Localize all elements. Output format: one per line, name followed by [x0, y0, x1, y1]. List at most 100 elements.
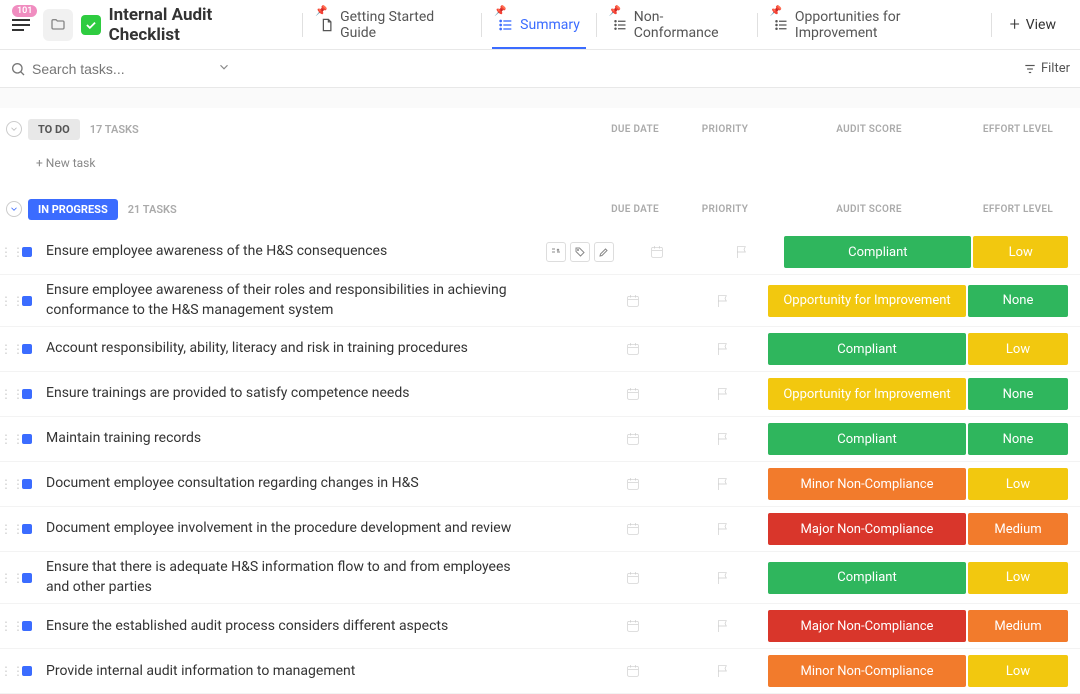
task-row[interactable]: ⋮⋮ Ensure that there is adequate H&S inf…: [0, 552, 1080, 604]
due-date-cell[interactable]: [588, 618, 678, 634]
task-row[interactable]: ⋮⋮ Document employee involvement in the …: [0, 507, 1080, 552]
task-row[interactable]: ⋮⋮ Ensure the established audit process …: [0, 604, 1080, 649]
priority-cell[interactable]: [678, 570, 768, 586]
status-square[interactable]: [22, 524, 32, 534]
list-icon: [774, 17, 789, 33]
status-pill-inprogress[interactable]: IN PROGRESS: [28, 199, 118, 220]
audit-score-cell[interactable]: Major Non-Compliance: [768, 513, 966, 545]
edit-icon[interactable]: [594, 242, 614, 262]
drag-handle[interactable]: ⋮⋮: [0, 522, 14, 536]
effort-level-cell[interactable]: Low: [973, 236, 1068, 268]
priority-cell[interactable]: [678, 521, 768, 537]
drag-handle[interactable]: ⋮⋮: [0, 571, 14, 585]
priority-cell[interactable]: [678, 663, 768, 679]
new-task-button[interactable]: + New task: [0, 150, 1080, 188]
priority-cell[interactable]: [678, 476, 768, 492]
menu-button[interactable]: 101: [8, 11, 35, 39]
effort-level-cell[interactable]: Medium: [968, 610, 1068, 642]
audit-score-cell[interactable]: Minor Non-Compliance: [768, 655, 966, 687]
task-name: Account responsibility, ability, literac…: [46, 339, 546, 359]
task-row[interactable]: ⋮⋮ Provide internal audit information to…: [0, 649, 1080, 694]
tag-icon[interactable]: [570, 242, 590, 262]
effort-level-cell[interactable]: Low: [968, 468, 1068, 500]
drag-handle[interactable]: ⋮⋮: [0, 387, 14, 401]
effort-level-cell[interactable]: Low: [968, 655, 1068, 687]
priority-cell[interactable]: [678, 293, 768, 309]
due-date-cell[interactable]: [588, 476, 678, 492]
row-actions: [546, 242, 614, 262]
effort-level-cell[interactable]: Low: [968, 333, 1068, 365]
task-row[interactable]: ⋮⋮ Ensure employee awareness of the H&S …: [0, 230, 1080, 275]
due-date-cell[interactable]: [588, 431, 678, 447]
audit-score-cell[interactable]: Minor Non-Compliance: [768, 468, 966, 500]
pin-icon: 📌: [315, 6, 327, 17]
due-date-cell[interactable]: [588, 341, 678, 357]
effort-level-cell[interactable]: None: [968, 423, 1068, 455]
priority-cell[interactable]: [678, 431, 768, 447]
task-name: Ensure the established audit process con…: [46, 617, 546, 637]
task-row[interactable]: ⋮⋮ Ensure employee awareness of their ro…: [0, 275, 1080, 327]
tab-label: Getting Started Guide: [340, 9, 465, 41]
status-square[interactable]: [22, 344, 32, 354]
notification-badge: 101: [12, 5, 37, 17]
due-date-cell[interactable]: [588, 386, 678, 402]
view-button[interactable]: + View: [994, 14, 1072, 35]
drag-handle[interactable]: ⋮⋮: [0, 432, 14, 446]
filter-icon: [1023, 62, 1037, 76]
tab-opportunities[interactable]: 📌 Opportunities for Improvement: [760, 0, 989, 49]
drag-handle[interactable]: ⋮⋮: [0, 342, 14, 356]
audit-score-cell[interactable]: Compliant: [768, 423, 966, 455]
effort-level-cell[interactable]: Low: [968, 562, 1068, 594]
folder-button[interactable]: [43, 9, 74, 41]
priority-cell[interactable]: [678, 386, 768, 402]
effort-level-cell[interactable]: Medium: [968, 513, 1068, 545]
due-date-cell[interactable]: [588, 570, 678, 586]
chevron-down-icon[interactable]: [217, 60, 231, 78]
status-square[interactable]: [22, 389, 32, 399]
audit-score-cell[interactable]: Compliant: [784, 236, 971, 268]
priority-cell[interactable]: [699, 244, 784, 260]
task-row[interactable]: ⋮⋮ Ensure trainings are provided to sati…: [0, 372, 1080, 417]
priority-cell[interactable]: [678, 618, 768, 634]
drag-handle[interactable]: ⋮⋮: [0, 245, 14, 259]
audit-score-cell[interactable]: Opportunity for Improvement: [768, 378, 966, 410]
due-date-cell[interactable]: [588, 521, 678, 537]
status-square[interactable]: [22, 573, 32, 583]
tab-getting-started[interactable]: 📌 Getting Started Guide: [305, 0, 479, 49]
task-row[interactable]: ⋮⋮ Account responsibility, ability, lite…: [0, 327, 1080, 372]
task-row[interactable]: ⋮⋮ Document employee consultation regard…: [0, 462, 1080, 507]
audit-score-cell[interactable]: Opportunity for Improvement: [768, 285, 966, 317]
due-date-cell[interactable]: [614, 244, 699, 260]
drag-handle[interactable]: ⋮⋮: [0, 664, 14, 678]
status-square[interactable]: [22, 621, 32, 631]
subtask-icon[interactable]: [546, 242, 566, 262]
filter-label: Filter: [1041, 61, 1070, 76]
collapse-toggle[interactable]: [6, 121, 22, 137]
status-square[interactable]: [22, 247, 32, 257]
drag-handle[interactable]: ⋮⋮: [0, 294, 14, 308]
filter-button[interactable]: Filter: [1023, 61, 1070, 76]
priority-cell[interactable]: [678, 341, 768, 357]
folder-icon: [50, 17, 66, 33]
drag-handle[interactable]: ⋮⋮: [0, 477, 14, 491]
status-square[interactable]: [22, 296, 32, 306]
task-row[interactable]: ⋮⋮ Maintain training records Compliant N…: [0, 417, 1080, 462]
col-priority: PRIORITY: [680, 204, 770, 215]
audit-score-cell[interactable]: Compliant: [768, 333, 966, 365]
effort-level-cell[interactable]: None: [968, 285, 1068, 317]
audit-score-cell[interactable]: Major Non-Compliance: [768, 610, 966, 642]
tab-summary[interactable]: 📌 Summary: [484, 0, 594, 49]
collapse-toggle[interactable]: [6, 201, 22, 217]
pin-icon: 📌: [494, 6, 506, 17]
status-square[interactable]: [22, 666, 32, 676]
audit-score-cell[interactable]: Compliant: [768, 562, 966, 594]
due-date-cell[interactable]: [588, 663, 678, 679]
drag-handle[interactable]: ⋮⋮: [0, 619, 14, 633]
status-pill-todo[interactable]: TO DO: [28, 119, 80, 140]
status-square[interactable]: [22, 434, 32, 444]
effort-level-cell[interactable]: None: [968, 378, 1068, 410]
tab-non-conformance[interactable]: 📌 Non-Conformance: [599, 0, 755, 49]
due-date-cell[interactable]: [588, 293, 678, 309]
search-input[interactable]: [32, 61, 213, 77]
status-square[interactable]: [22, 479, 32, 489]
